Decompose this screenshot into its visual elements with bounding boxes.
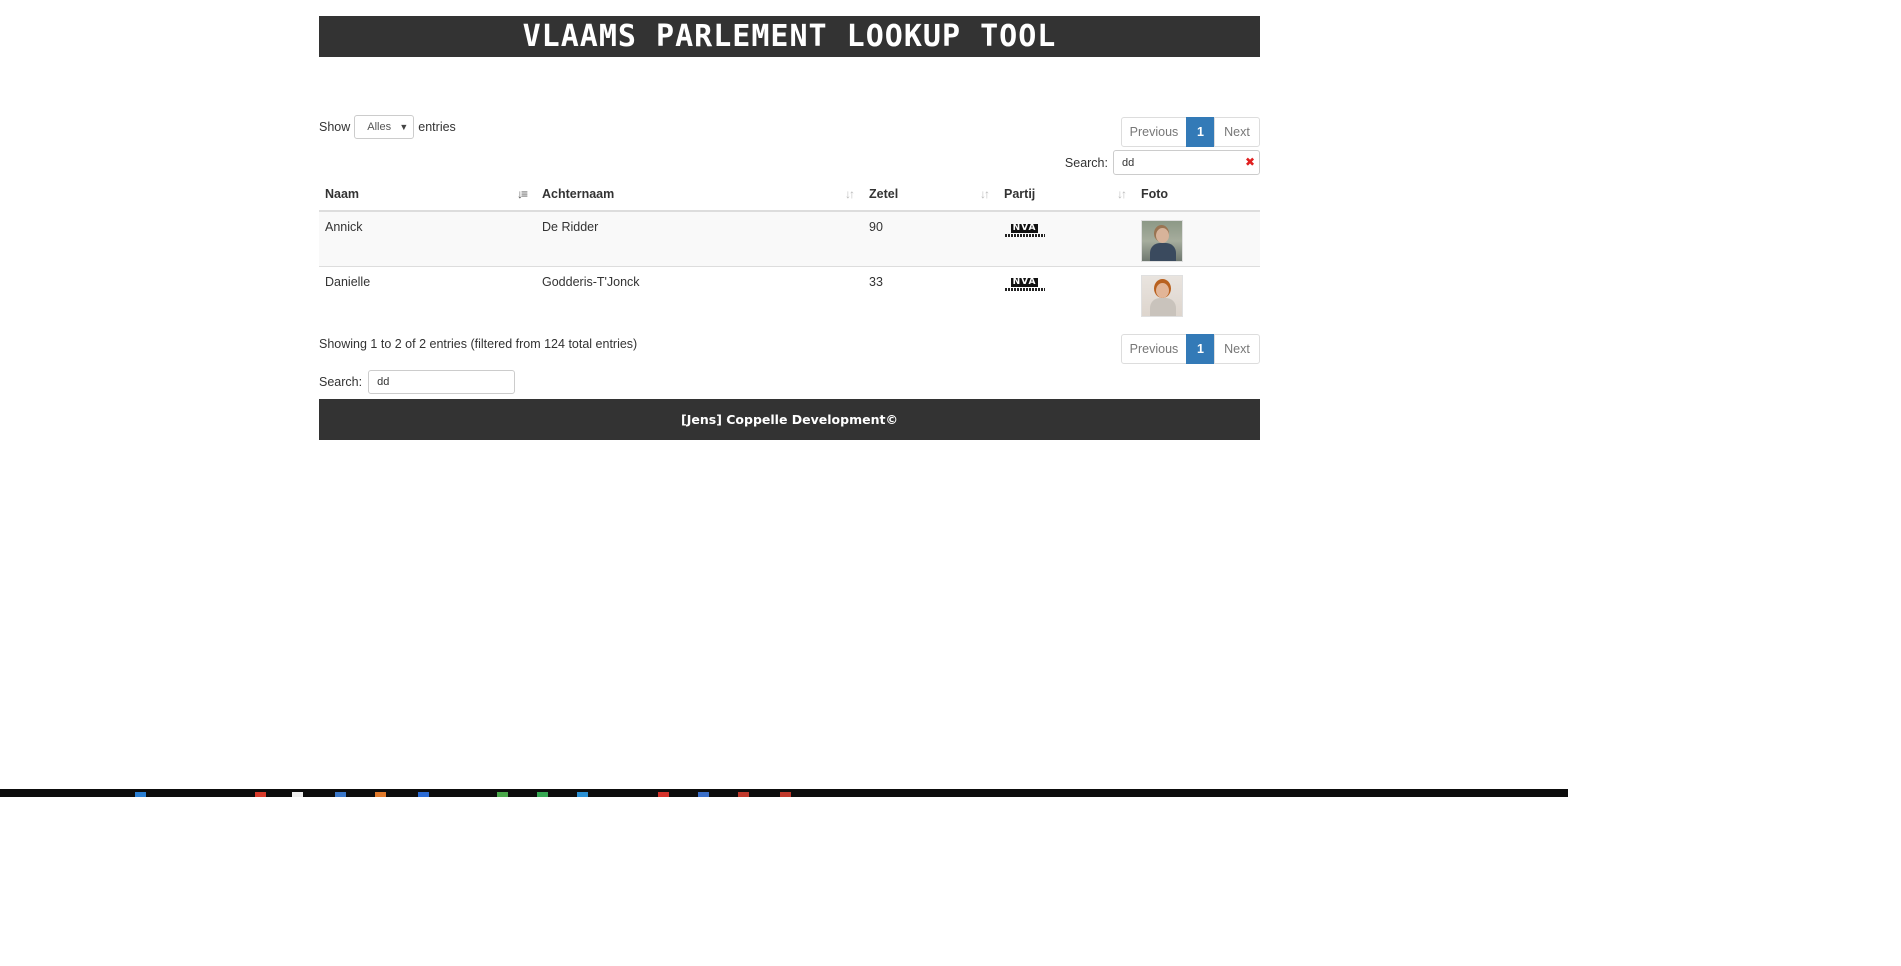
cell-zetel: 33 xyxy=(863,265,998,321)
taskbar-app-icon[interactable] xyxy=(418,792,429,797)
taskbar-app-icon[interactable] xyxy=(780,792,791,797)
taskbar-app-icon[interactable] xyxy=(738,792,749,797)
page-1-button[interactable]: 1 xyxy=(1186,334,1215,364)
taskbar-app-icon[interactable] xyxy=(135,792,146,797)
length-control: Show Alles ▼ entries xyxy=(319,115,456,139)
taskbar-app-icon[interactable] xyxy=(658,792,669,797)
search-label: Search: xyxy=(319,375,363,389)
table-header-row: Naam ↓≡ Achternaam ↓↑ Zetel ↓↑ Partij ↓↑… xyxy=(319,178,1260,212)
cell-achternaam: Godderis-T'Jonck xyxy=(536,265,863,321)
column-header-zetel[interactable]: Zetel ↓↑ xyxy=(863,178,998,212)
column-header-label: Naam xyxy=(325,187,360,201)
footer-bar: [Jens] Coppelle Development© xyxy=(319,399,1260,440)
next-page-button[interactable]: Next xyxy=(1214,117,1260,147)
entries-select-value: Alles xyxy=(367,121,392,133)
show-label: Show xyxy=(319,120,351,134)
column-header-achternaam[interactable]: Achternaam ↓↑ xyxy=(536,178,863,212)
cell-naam: Danielle xyxy=(319,265,536,321)
cell-zetel: 90 xyxy=(863,210,998,266)
sort-arrows-icon: ↓≡ xyxy=(516,187,528,201)
pagination-bottom: Previous 1 Next xyxy=(1121,334,1260,364)
member-photo xyxy=(1141,220,1183,262)
taskbar-app-icon[interactable] xyxy=(292,792,303,797)
entries-label: entries xyxy=(418,120,456,134)
member-photo xyxy=(1141,274,1183,317)
column-header-label: Foto xyxy=(1141,187,1169,201)
taskbar-app-icon[interactable] xyxy=(335,792,346,797)
table-info: Showing 1 to 2 of 2 entries (filtered fr… xyxy=(319,337,638,351)
taskbar-app-icon[interactable] xyxy=(577,792,588,797)
party-logo: NVA xyxy=(1004,223,1045,237)
party-logo: NVA xyxy=(1004,278,1045,292)
members-table: Naam ↓≡ Achternaam ↓↑ Zetel ↓↑ Partij ↓↑… xyxy=(319,178,1260,321)
page-title: Vlaams Parlement Lookup Tool xyxy=(522,19,1057,54)
column-header-naam[interactable]: Naam ↓≡ xyxy=(319,178,536,212)
taskbar-app-icon[interactable] xyxy=(255,792,266,797)
sort-arrows-icon: ↓↑ xyxy=(1117,187,1127,201)
search-input[interactable]: dd ✖ xyxy=(1113,150,1260,175)
table-controls-top: Show Alles ▼ entries Previous 1 Next Sea… xyxy=(319,57,1260,178)
taskbar-app-icon[interactable] xyxy=(375,792,386,797)
page-container: Vlaams Parlement Lookup Tool Show Alles … xyxy=(319,16,1260,440)
cell-partij: NVA xyxy=(998,265,1135,321)
search-label: Search: xyxy=(1064,155,1108,170)
previous-page-button[interactable]: Previous xyxy=(1121,334,1187,364)
os-taskbar xyxy=(0,789,1568,797)
table-row: Danielle Godderis-T'Jonck 33 NVA xyxy=(319,265,1260,321)
cell-achternaam: De Ridder xyxy=(536,210,863,266)
taskbar-app-icon[interactable] xyxy=(497,792,508,797)
cell-naam: Annick xyxy=(319,210,536,266)
table-controls-bottom: Showing 1 to 2 of 2 entries (filtered fr… xyxy=(319,321,1260,368)
search-control-bottom: Search: dd xyxy=(319,368,1260,396)
column-header-label: Achternaam xyxy=(542,187,615,201)
sort-arrows-icon: ↓↑ xyxy=(980,187,990,201)
cell-foto xyxy=(1135,265,1260,321)
column-header-partij[interactable]: Partij ↓↑ xyxy=(998,178,1135,212)
cell-foto xyxy=(1135,210,1260,266)
party-logo-text: NVA xyxy=(1010,222,1039,233)
search-input-value: dd xyxy=(377,376,390,388)
taskbar-app-icon[interactable] xyxy=(698,792,709,797)
taskbar-app-icon[interactable] xyxy=(537,792,548,797)
footer-text: [Jens] Coppelle Development© xyxy=(681,412,898,427)
cell-partij: NVA xyxy=(998,210,1135,266)
clear-x-icon[interactable]: ✖ xyxy=(1245,155,1255,169)
column-header-label: Zetel xyxy=(869,187,899,201)
search-control-top: Search: dd ✖ xyxy=(1065,150,1260,175)
party-logo-subtitle xyxy=(1004,288,1045,291)
table-row: Annick De Ridder 90 NVA xyxy=(319,210,1260,266)
party-logo-text: NVA xyxy=(1010,277,1039,287)
search-input-value: dd xyxy=(1122,156,1135,169)
next-page-button[interactable]: Next xyxy=(1214,334,1260,364)
caret-down-icon: ▼ xyxy=(399,122,409,132)
entries-per-page-select[interactable]: Alles ▼ xyxy=(354,115,415,139)
page-1-button[interactable]: 1 xyxy=(1186,117,1215,147)
column-header-foto: Foto xyxy=(1135,178,1260,212)
search-input-bottom[interactable]: dd xyxy=(368,370,516,394)
header-bar: Vlaams Parlement Lookup Tool xyxy=(319,16,1260,57)
pagination-top: Previous 1 Next xyxy=(1121,117,1260,147)
column-header-label: Partij xyxy=(1004,187,1036,201)
sort-arrows-icon: ↓↑ xyxy=(845,187,855,201)
party-logo-subtitle xyxy=(1004,233,1045,237)
previous-page-button[interactable]: Previous xyxy=(1121,117,1187,147)
